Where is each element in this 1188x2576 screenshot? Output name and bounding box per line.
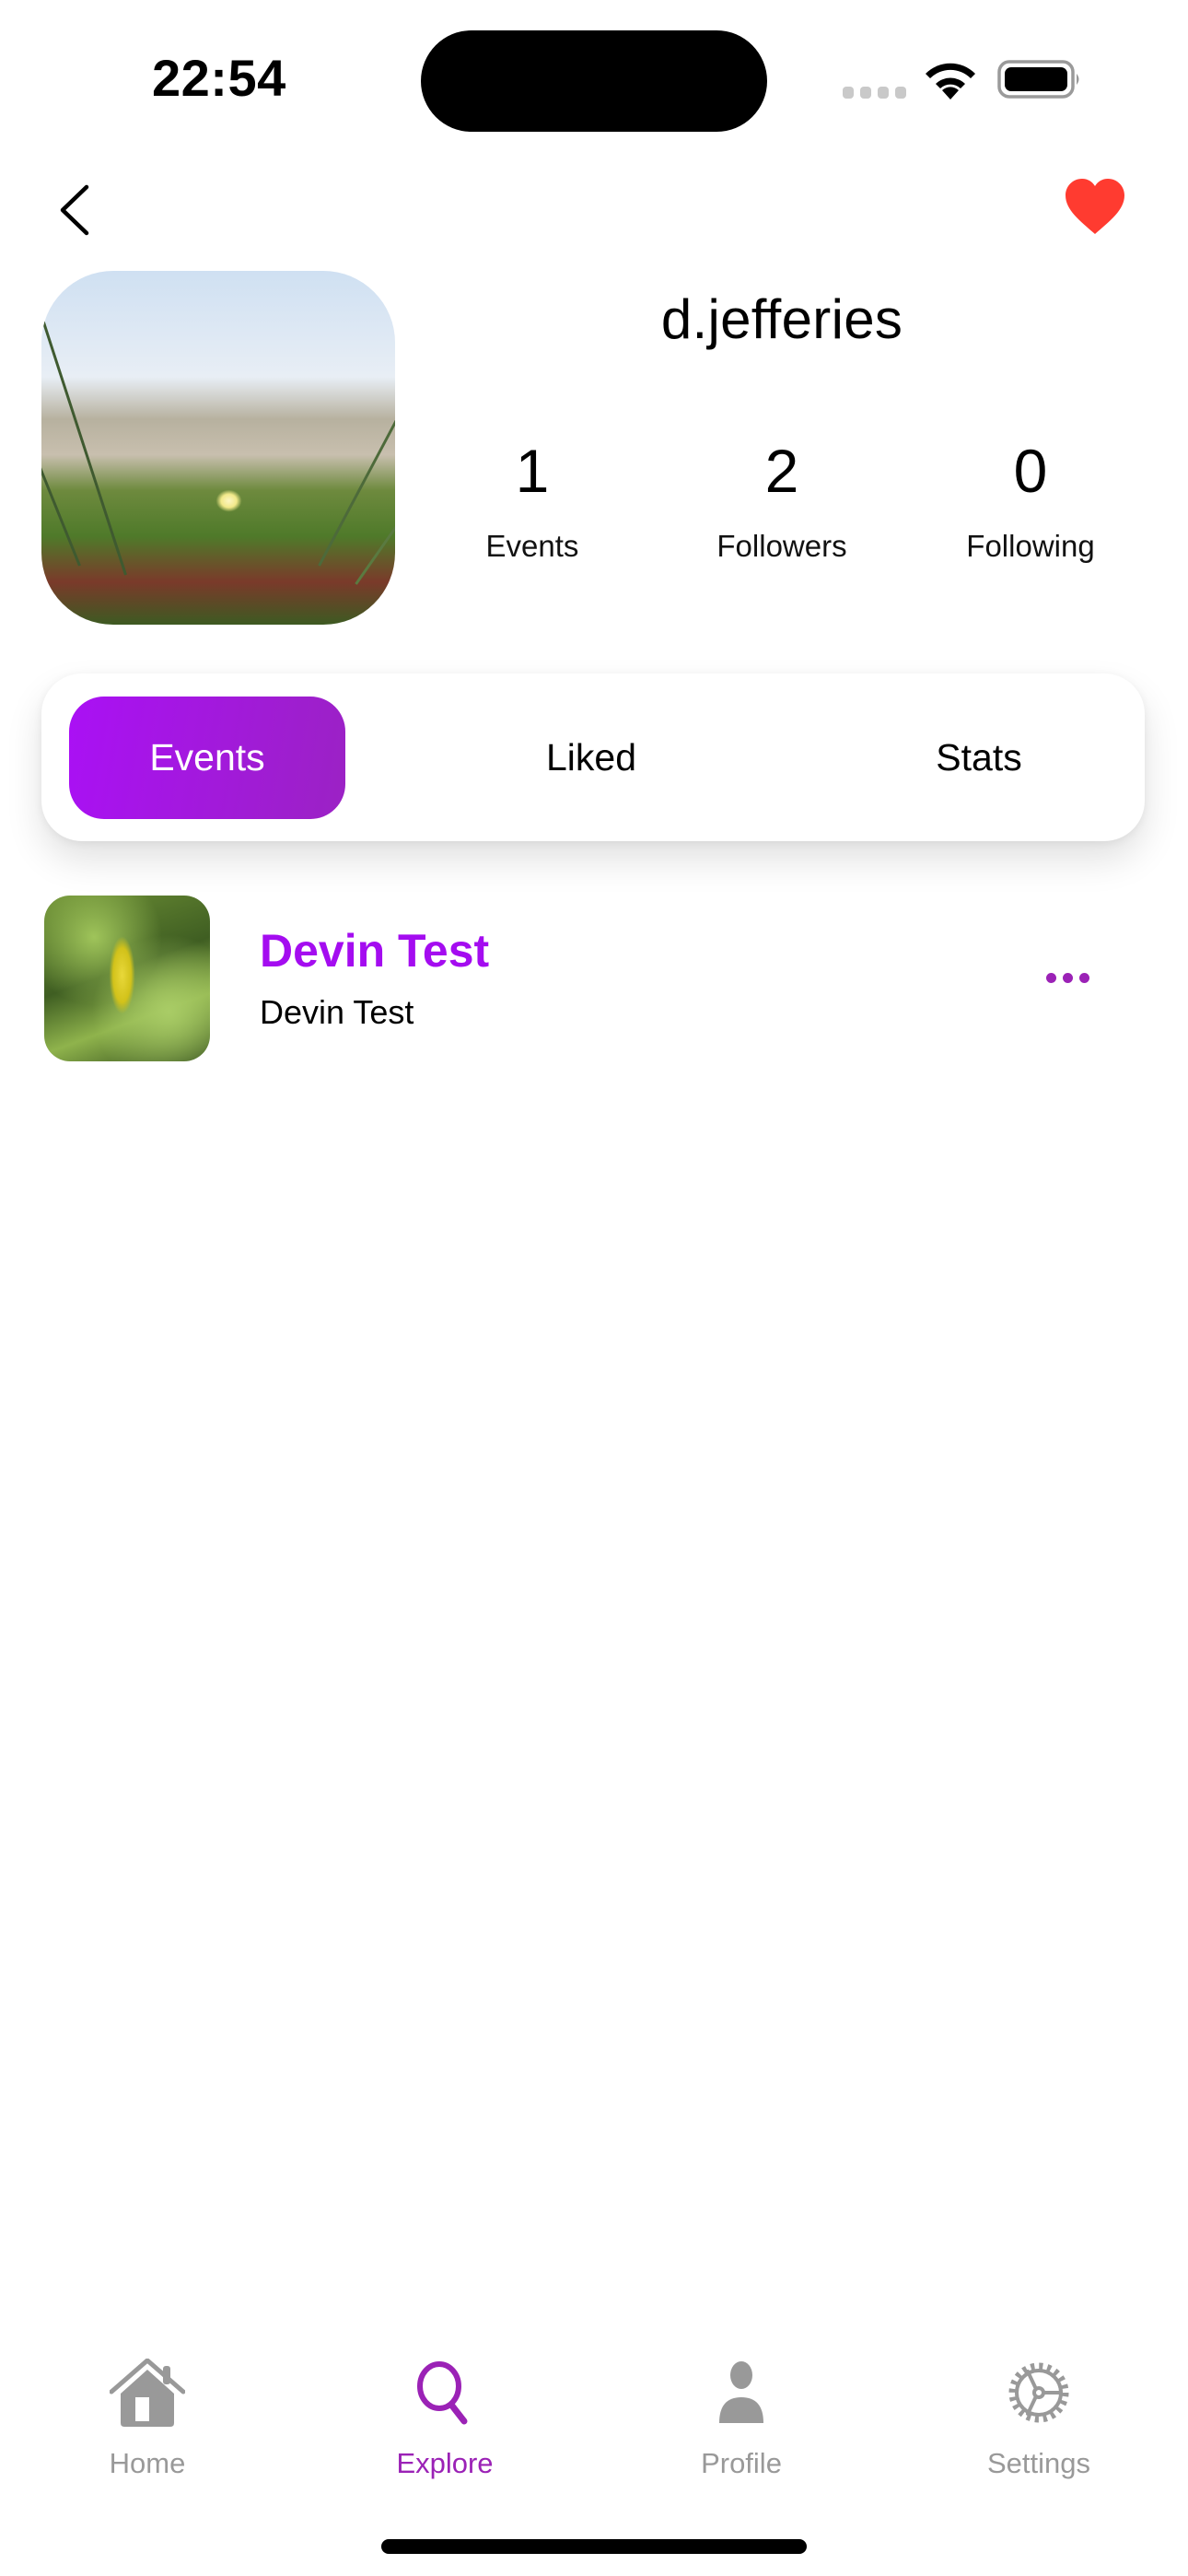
stat-following-count: 0 — [1013, 437, 1048, 505]
event-subtitle: Devin Test — [260, 993, 414, 1031]
tab-settings[interactable]: Settings — [947, 2359, 1131, 2480]
event-more-button[interactable] — [1046, 964, 1101, 991]
stat-followers-count: 2 — [764, 437, 799, 505]
heart-icon — [1066, 179, 1124, 234]
home-indicator[interactable] — [381, 2539, 807, 2554]
tab-settings-label: Settings — [986, 2447, 1090, 2479]
gear-icon — [1008, 2362, 1069, 2423]
segment-events[interactable]: Events — [69, 697, 345, 819]
tab-explore[interactable]: Explore — [353, 2359, 537, 2480]
tab-home[interactable]: Home — [55, 2359, 239, 2480]
tab-home-label: Home — [109, 2447, 186, 2479]
favorite-button[interactable] — [1062, 177, 1128, 238]
chevron-left-icon — [60, 184, 89, 236]
ellipsis-icon — [1046, 972, 1056, 983]
tab-profile[interactable]: Profile — [649, 2359, 833, 2480]
segment-liked[interactable]: Liked — [453, 697, 729, 819]
cellular-signal-icon — [843, 87, 906, 99]
tab-profile-label: Profile — [701, 2447, 782, 2479]
stat-events-label: Events — [485, 529, 579, 563]
stat-followers[interactable]: 2 Followers — [662, 440, 902, 564]
segment-stats[interactable]: Stats — [841, 697, 1117, 819]
dynamic-island — [421, 30, 767, 132]
battery-icon — [997, 60, 1079, 99]
stat-following-label: Following — [966, 529, 1095, 563]
magnifying-glass-icon — [417, 2361, 468, 2425]
stat-following[interactable]: 0 Following — [911, 440, 1150, 564]
stat-events[interactable]: 1 Events — [413, 440, 652, 564]
status-time: 22:54 — [152, 49, 286, 107]
person-icon — [719, 2361, 763, 2423]
stat-events-count: 1 — [515, 437, 550, 505]
back-button[interactable] — [52, 180, 98, 240]
tab-explore-label: Explore — [396, 2447, 494, 2479]
stat-followers-label: Followers — [716, 529, 847, 563]
event-thumbnail[interactable] — [44, 896, 210, 1061]
profile-avatar — [41, 271, 395, 625]
username: d.jefferies — [660, 288, 903, 350]
house-icon — [110, 2359, 185, 2427]
event-title[interactable]: Devin Test — [260, 924, 489, 978]
wifi-icon — [926, 63, 975, 100]
